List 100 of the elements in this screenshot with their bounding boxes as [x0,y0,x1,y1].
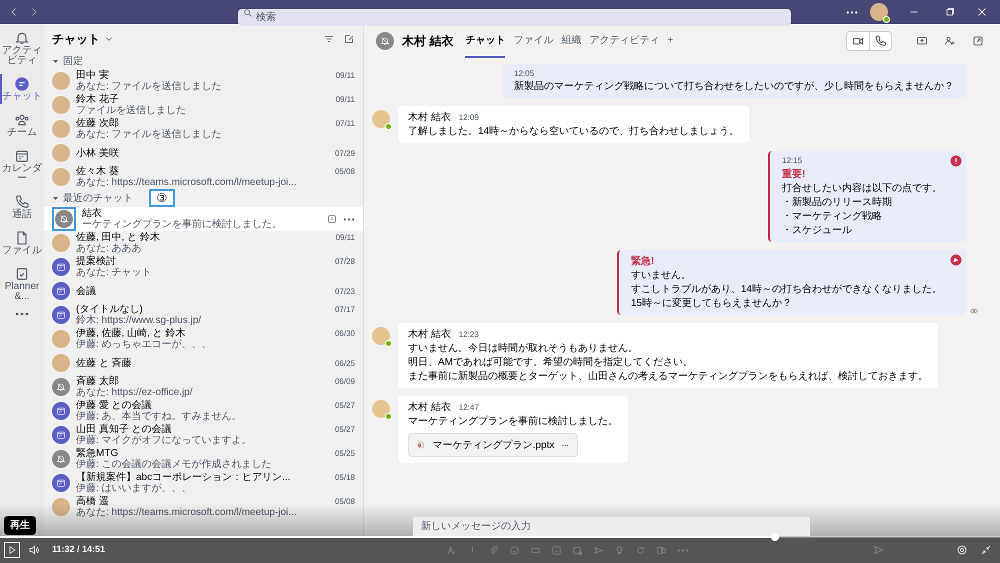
chat-name: 佐藤 次郎 [76,118,119,129]
tab[interactable]: ファイル [513,24,554,58]
chat-item[interactable]: 緊急MTG 05/25 伊藤: この会議の会議メモが作成されました [44,447,363,471]
calendar-icon [56,310,66,320]
compose-icon[interactable] [343,33,355,45]
avatar [52,330,70,348]
exit-fullscreen-icon[interactable] [980,544,992,556]
caret-icon[interactable] [52,194,59,202]
more-icon[interactable] [562,444,569,446]
chat-date: 05/08 [334,496,355,507]
restore-icon[interactable] [944,6,956,18]
avatar [52,96,70,114]
tab[interactable]: + [667,24,674,58]
chat-item[interactable]: 佐々木 葵 05/08 あなた: https://teams.microsoft.com/l/meetup-joi... [44,165,363,189]
playback-time: 11:32 / 14:51 [52,543,106,556]
chat-date: 07/11 [336,118,355,129]
add-people-icon[interactable] [944,35,956,47]
chat-name: 小林 美咲 [76,148,119,158]
nav-item[interactable]: アクティビティ [0,28,44,68]
chat-item[interactable]: 結衣 ーケティングプランを事前に検討しました。 [44,207,363,231]
volume-icon[interactable] [28,544,40,556]
file-attachment[interactable]: マーケティングプラン.pptx [408,433,578,457]
chat-preview: 伊藤: この会議の会議メモが作成されました [76,459,273,470]
chat-name: 結衣 [82,208,102,219]
chat-preview: あなた: https://teams.microsoft.com/l/meetup-joi... [76,177,298,188]
nav-item[interactable]: チーム [0,110,44,140]
chat-item[interactable]: 伊藤, 佐藤, 山崎, と 鈴木 06/30 伊藤: めっちゃエコーが、、、 [44,327,363,351]
chat-preview: 伊藤: マイクがオフになっていますよ。 [76,435,253,446]
clock-icon[interactable] [327,214,337,224]
chat-date: 09/11 [336,94,355,105]
calendar-icon [56,430,66,440]
chat-item[interactable]: 会議 07/23 [44,279,363,303]
chat-date: 09/11 [336,70,355,81]
nav-item[interactable]: カレンダー [0,146,44,186]
share-screen-icon[interactable] [916,35,928,47]
avatar [372,400,390,418]
filter-icon[interactable] [323,33,335,45]
nav-item[interactable]: 通話 [0,192,44,222]
search-field[interactable]: 検索 [238,8,791,26]
bell-icon [14,30,30,46]
tab[interactable]: アクティビティ [589,24,660,58]
nav-item[interactable]: Planner &... [0,264,44,304]
chat-name: 高橋 遥 [76,496,109,507]
message-text: ・スケジュール [782,224,853,238]
nav-item[interactable]: チャット [0,74,44,104]
importance-label: 重要! [782,168,806,182]
bell-off-icon [56,382,66,392]
chat-name: 伊藤 愛 との会議 [76,400,152,411]
tab[interactable]: チャット [465,24,506,58]
chat-item[interactable]: 伊藤 愛 との会議 05/27 伊藤: あ、本当ですね。すみません。 [44,399,363,423]
chat-bubble-icon [14,76,30,92]
chat-item[interactable]: 佐藤 次郎 07/11 あなた: ファイルを送信しました [44,117,363,141]
message-text: ・新製品のリリース時期 [782,196,893,210]
calendar-icon [56,478,66,488]
paperclip-icon[interactable] [488,544,499,556]
more-icon[interactable] [343,218,355,220]
chat-date: 05/18 [334,472,355,483]
chat-item[interactable]: 鈴木 花子 09/11 ファイルを送信しました [44,93,363,117]
chat-item[interactable]: (タイトルなし) 07/17 鈴木: https://www.sg-plus.jp/ [44,303,363,327]
chat-name: 緊急MTG [76,448,118,459]
chat-preview: 伊藤: めっちゃエコーが、、、 [76,339,213,350]
settings-icon[interactable] [956,544,968,556]
message-author: 木村 結衣 [408,110,451,125]
section-header[interactable]: 固定 [63,54,83,69]
chat-item[interactable]: 佐藤, 田中, と 鈴木 09/11 あなた: あああ [44,231,363,255]
chat-item[interactable]: 田中 実 09/11 あなた: ファイルを送信しました [44,69,363,93]
chat-item[interactable]: 小林 美咲 07/29 [44,141,363,165]
play-button[interactable] [4,542,20,558]
chat-item[interactable]: 佐藤 と 斉藤 06/25 [44,351,363,375]
avatar[interactable] [870,3,888,21]
calendar-icon [14,148,30,164]
chat-item[interactable]: 斉藤 太郎 06/09 あなた: https://ez-office.jp/ [44,375,363,399]
bell-off-icon [59,214,69,224]
tab[interactable]: 組織 [561,24,582,58]
chat-preview: あなた: チャット [76,267,153,278]
chat-list-title[interactable]: チャット [52,30,100,48]
more-icon[interactable] [846,10,858,14]
chat-date: 07/28 [334,256,355,267]
chat-name: 提案検討 [76,256,116,267]
avatar [52,354,70,372]
message-input[interactable]: 新しいメッセージの入力 [413,517,810,536]
play-icon [7,545,17,555]
close-icon[interactable] [976,6,988,18]
chat-preview: 伊藤: はいいますが、、、 [76,483,193,494]
chat-item[interactable]: 山田 真知子 との会議 05/27 伊藤: マイクがオフになっていますよ。 [44,423,363,447]
caret-icon[interactable] [52,58,59,65]
popout-icon[interactable] [972,35,984,47]
avatar [372,110,390,128]
search-icon [243,8,253,18]
nav-item[interactable]: ファイル [0,228,44,258]
message-text: 明日、AMであれば可能です。希望の時間を指定してください。 [408,356,694,370]
chat-name: (タイトルなし) [76,304,143,315]
chat-preview: 伊藤: あ、本当ですね。すみません。 [76,411,243,422]
message-author: 木村 結衣 [408,400,451,415]
chat-item[interactable]: 【新規案件】abcコーポレーション：ヒアリン... 05/18 伊藤: はいいますが、、、 [44,471,363,495]
section-header[interactable]: 最近のチャット [63,190,133,206]
message-text: ・マーケティング戦略 [782,210,883,224]
avatar [372,327,390,345]
chat-item[interactable]: 提案検討 07/28 あなた: チャット [44,255,363,279]
chat-item[interactable]: 高橋 遥 05/08 あなた: https://teams.microsoft.com/l/meetup-joi... [44,495,363,519]
